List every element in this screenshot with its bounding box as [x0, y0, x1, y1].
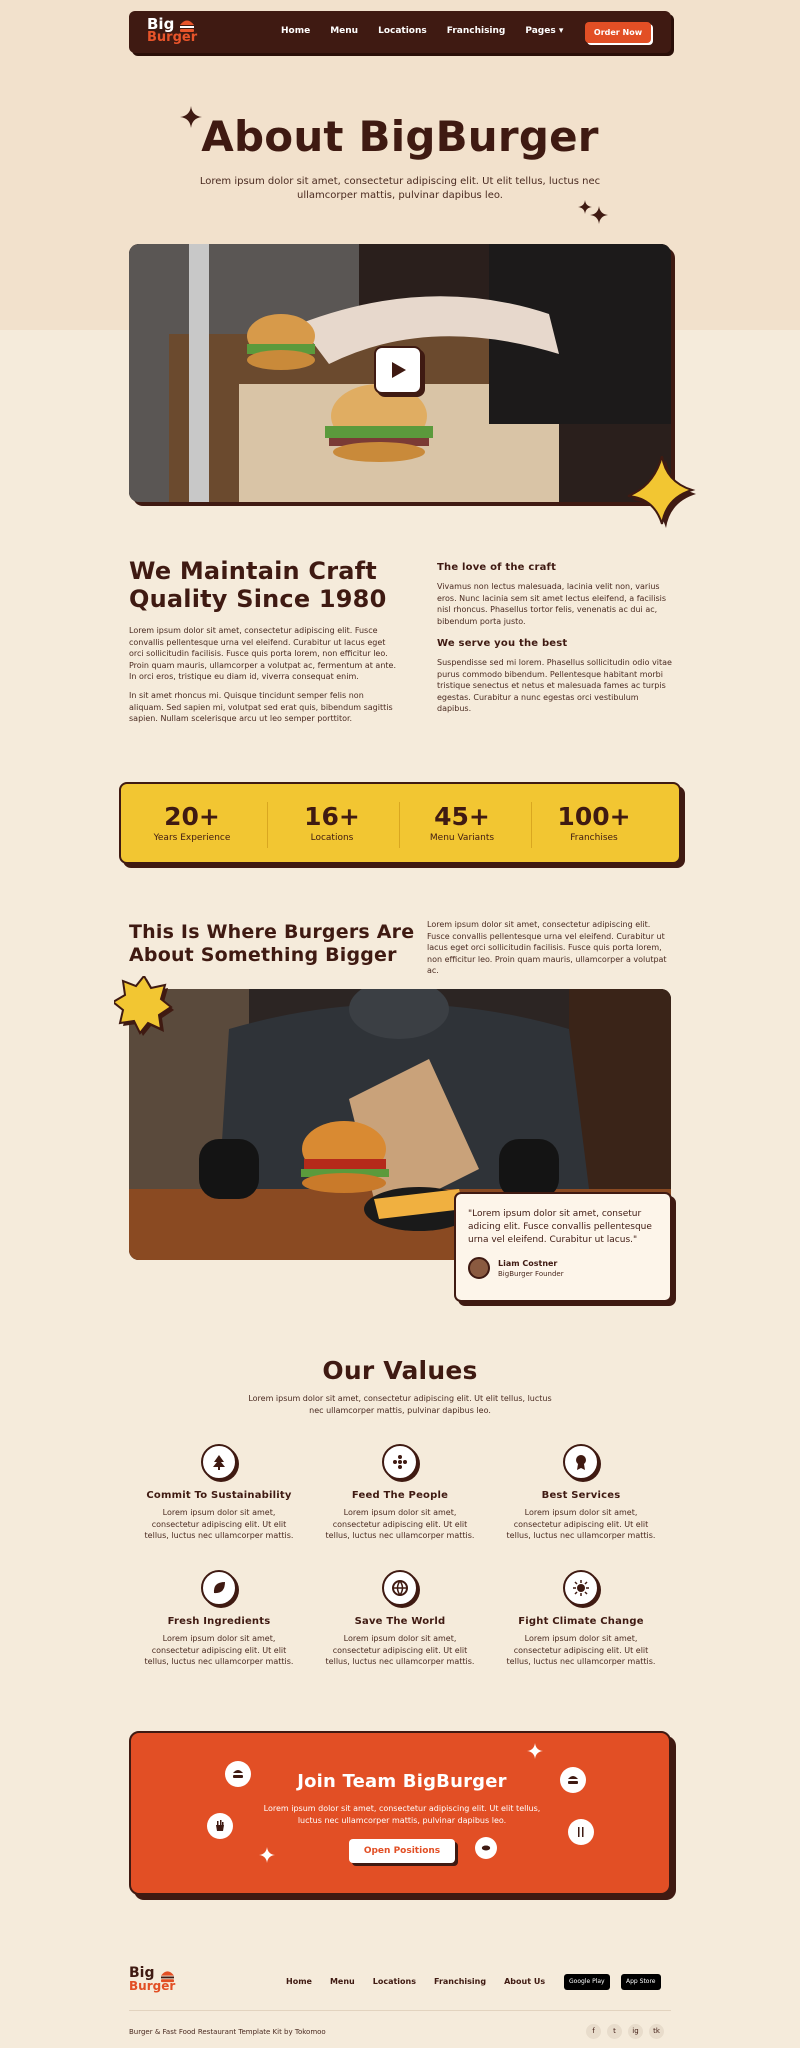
sparkle-icon: [527, 1743, 543, 1759]
stat-years: 20+ Years Experience: [153, 802, 231, 843]
globe-icon: [382, 1570, 418, 1606]
quote-author-role: BigBurger Founder: [498, 1269, 564, 1278]
footer-links: Home Menu Locations Franchising About Us: [286, 1977, 545, 1986]
founder-quote-card: "Lorem ipsum dolor sit amet, consetur ad…: [454, 1192, 672, 1302]
craft-paragraph-2: In sit amet rhoncus mi. Quisque tincidun…: [129, 691, 393, 723]
open-positions-button[interactable]: Open Positions: [349, 1839, 455, 1863]
footer-divider: [129, 2010, 671, 2011]
serve-best-text: Suspendisse sed mi lorem. Phasellus soll…: [437, 658, 672, 713]
tree-icon: [201, 1444, 237, 1480]
stats-content: 20+ Years Experience 16+ Locations 45+ M…: [121, 784, 679, 862]
cta-title: Join Team BigBurger: [297, 1771, 507, 1792]
chicken-icon: [475, 1837, 497, 1859]
footer-link-franchising[interactable]: Franchising: [434, 1977, 486, 1986]
utensils-icon: [568, 1819, 594, 1845]
love-craft-text: Vivamus non lectus malesuada, lacinia ve…: [437, 582, 667, 626]
play-icon: [392, 362, 406, 378]
app-store-badge[interactable]: App Store: [621, 1974, 661, 1990]
sparkle-icon: [590, 206, 608, 224]
play-button[interactable]: [374, 346, 422, 394]
values-subtitle: Lorem ipsum dolor sit amet, consectetur …: [248, 1394, 552, 1415]
nav-links: Home Menu Locations Franchising Pages ▾: [281, 26, 563, 36]
value-card-save-world: Save The World Lorem ipsum dolor sit ame…: [310, 1570, 490, 1668]
dots-icon: [382, 1444, 418, 1480]
value-card-fresh-ingredients: Fresh Ingredients Lorem ipsum dolor sit …: [129, 1570, 309, 1668]
nav-link-locations[interactable]: Locations: [378, 26, 427, 36]
sparkle-icon: [259, 1847, 275, 1863]
burger-logo-icon: [161, 1971, 174, 1983]
top-navbar: Big Burger Home Menu Locations Franchisi…: [129, 11, 671, 53]
facebook-icon[interactable]: f: [586, 2024, 601, 2039]
footer-credit: Burger & Fast Food Restaurant Template K…: [129, 2028, 326, 2036]
value-card-climate: Fight Climate Change Lorem ipsum dolor s…: [491, 1570, 671, 1668]
footer-link-menu[interactable]: Menu: [330, 1977, 355, 1986]
footer-link-home[interactable]: Home: [286, 1977, 312, 1986]
quote-author-name: Liam Costner: [498, 1258, 558, 1268]
stat-locations: 16+ Locations: [304, 802, 360, 843]
nav-link-home[interactable]: Home: [281, 26, 310, 36]
leaf-icon: [201, 1570, 237, 1606]
nav-link-pages[interactable]: Pages ▾: [525, 26, 563, 36]
bigger-title: This Is Where Burgers Are About Somethin…: [129, 921, 415, 966]
google-play-badge[interactable]: Google Play: [564, 1974, 610, 1990]
star-badge-icon: [627, 456, 696, 528]
value-card-feed-people: Feed The People Lorem ipsum dolor sit am…: [310, 1444, 490, 1542]
sun-icon: [563, 1570, 599, 1606]
value-card-sustainability: Commit To Sustainability Lorem ipsum dol…: [129, 1444, 309, 1542]
starburst-badge-icon: [114, 976, 174, 1036]
stat-franchises: 100+ Franchises: [557, 802, 631, 843]
value-card-best-services: Best Services Lorem ipsum dolor sit amet…: [491, 1444, 671, 1542]
bigger-text: Lorem ipsum dolor sit amet, consectetur …: [427, 920, 667, 975]
burger-icon: [560, 1767, 586, 1793]
page-title: About BigBurger: [201, 112, 599, 161]
love-craft-title: The love of the craft: [437, 562, 557, 573]
craft-paragraph-1: Lorem ipsum dolor sit amet, consectetur …: [129, 626, 396, 681]
tiktok-icon[interactable]: tk: [649, 2024, 664, 2039]
award-icon: [563, 1444, 599, 1480]
fries-icon: [207, 1813, 233, 1839]
nav-link-franchising[interactable]: Franchising: [447, 26, 506, 36]
footer-link-about[interactable]: About Us: [504, 1977, 545, 1986]
join-team-banner: Join Team BigBurger Lorem ipsum dolor si…: [129, 1731, 671, 1895]
stat-menu-variants: 45+ Menu Variants: [429, 802, 495, 843]
nav-link-menu[interactable]: Menu: [330, 26, 358, 36]
hero-subtitle: Lorem ipsum dolor sit amet, consectetur …: [199, 176, 601, 201]
burger-logo-icon: [180, 20, 194, 32]
craft-title: We Maintain Craft Quality Since 1980: [129, 557, 387, 613]
instagram-icon[interactable]: ig: [628, 2024, 643, 2039]
order-now-button[interactable]: Order Now: [585, 22, 651, 43]
quote-text: "Lorem ipsum dolor sit amet, consetur ad…: [468, 1209, 652, 1245]
avatar: [468, 1257, 490, 1279]
social-links: f t ig tk: [586, 2024, 664, 2039]
serve-best-title: We serve you the best: [437, 638, 568, 649]
footer-link-locations[interactable]: Locations: [373, 1977, 416, 1986]
hero-video[interactable]: [129, 244, 671, 502]
burger-icon: [225, 1761, 251, 1787]
twitter-icon[interactable]: t: [607, 2024, 622, 2039]
values-title: Our Values: [322, 1356, 478, 1385]
